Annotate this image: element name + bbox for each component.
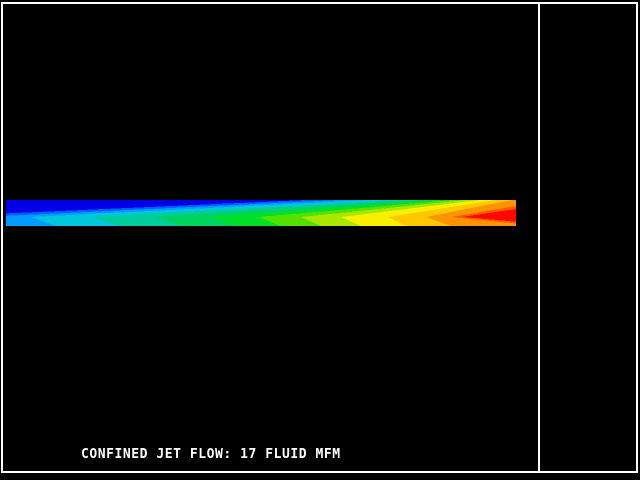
- plot-caption: CONFINED JET FLOW: 17 FLUID MFM: [81, 447, 341, 462]
- photon-screen: CONFINED JET FLOW: 17 FLUID MFM PHOTON F…: [0, 0, 640, 480]
- legend-panel: PHOTON F14 0.000.050.100.150.200.260.310…: [540, 2, 638, 473]
- graphics-viewport[interactable]: CONFINED JET FLOW: 17 FLUID MFM: [1, 2, 540, 473]
- jet-contour-svg: [6, 200, 516, 226]
